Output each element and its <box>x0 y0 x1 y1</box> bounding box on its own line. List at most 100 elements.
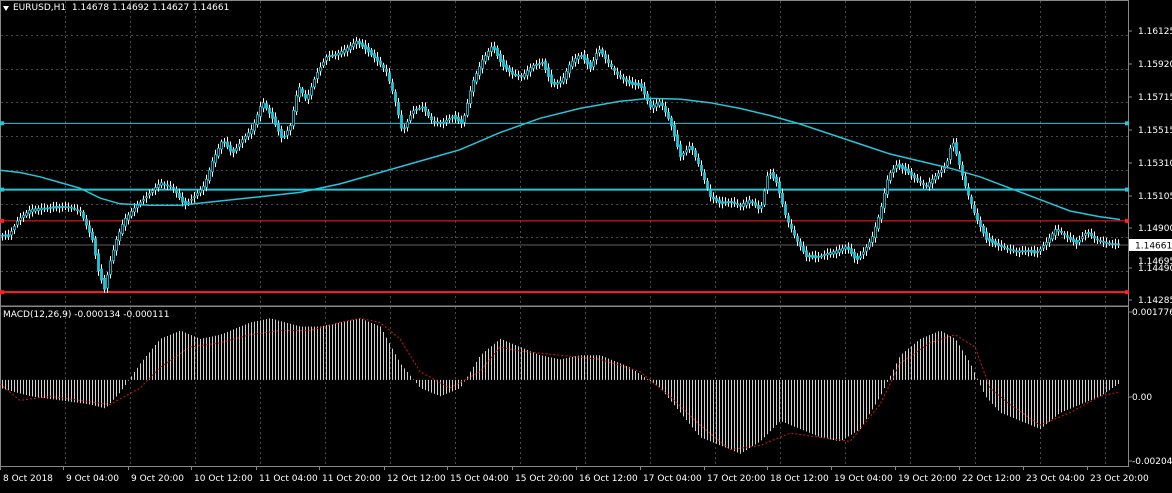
candle-body <box>895 164 898 169</box>
candle-body <box>808 254 811 258</box>
candle-body <box>649 100 652 108</box>
price-chart[interactable]: 1.16125 1.15920 1.15715 1.15515 1.15310 1.151… <box>0 0 1172 489</box>
candle-body <box>718 199 721 204</box>
candle-body <box>832 251 835 255</box>
price-axis-label: 1.15715 <box>1138 93 1172 103</box>
candle-body <box>1021 250 1024 253</box>
candle-body <box>1069 237 1072 240</box>
candle-body <box>724 201 727 204</box>
candle-body <box>1090 232 1093 237</box>
candle-body <box>484 55 487 62</box>
candle-body <box>283 135 286 138</box>
ohlc-values: 1.14678 1.14692 1.14627 1.14661 <box>71 3 230 13</box>
macd-indicator-label: MACD(12,26,9) -0.000134 -0.000111 <box>3 310 170 320</box>
time-axis-label: 11 Oct 04:00 <box>259 474 318 484</box>
candle-body <box>955 142 958 155</box>
candle-body <box>178 192 181 198</box>
grid-lines <box>1 1 1128 466</box>
candle-body <box>487 50 490 57</box>
candle-body <box>1003 246 1006 249</box>
time-axis-label: 16 Oct 12:00 <box>579 474 638 484</box>
candle-body <box>949 147 952 160</box>
candle-body <box>715 198 718 202</box>
macd-axis-label: -0.00204 <box>1132 457 1172 467</box>
candle-body <box>97 253 100 272</box>
candle-body <box>793 230 796 236</box>
candle-body <box>823 254 826 256</box>
candle-body <box>58 206 61 209</box>
candle-body <box>406 121 409 128</box>
candle-body <box>340 50 343 55</box>
candle-body <box>28 209 31 215</box>
candle-body <box>757 205 760 210</box>
time-axis-label: 23 Oct 20:00 <box>1090 474 1149 484</box>
candle-body <box>772 171 775 179</box>
candle-body <box>613 67 616 71</box>
candle-body <box>826 253 829 256</box>
candle-body <box>280 129 283 138</box>
candle-body <box>7 234 10 237</box>
candle-body <box>460 119 463 124</box>
candle-body <box>712 196 715 200</box>
candle-body <box>139 201 142 205</box>
candle-body <box>844 246 847 250</box>
chart-window[interactable]: 1.16125 1.15920 1.15715 1.15515 1.15310 1.151… <box>0 0 1172 489</box>
candle-body <box>160 182 163 186</box>
price-axis-label: 1.14900 <box>1138 224 1172 234</box>
candle-body <box>442 121 445 124</box>
candle-body <box>157 184 160 188</box>
time-axis-label: 23 Oct 04:00 <box>1026 474 1085 484</box>
candle-body <box>733 201 736 204</box>
candle-body <box>1018 250 1021 253</box>
candle-body <box>721 201 724 204</box>
candle-body <box>1063 233 1066 236</box>
candle-body <box>163 183 166 186</box>
candle-body <box>601 49 604 55</box>
candle-body <box>490 46 493 52</box>
candle-body <box>634 82 637 86</box>
candle-body <box>100 268 103 281</box>
candle-body <box>547 67 550 77</box>
candle-body <box>208 169 211 182</box>
candle-body <box>589 62 592 69</box>
candle-body <box>103 278 106 290</box>
candle-body <box>835 250 838 254</box>
candle-body <box>361 42 364 47</box>
candle-body <box>310 86 313 96</box>
candle-body <box>1102 241 1105 243</box>
candle-body <box>1042 245 1045 249</box>
candle-body <box>145 196 148 199</box>
candle-body <box>553 81 556 85</box>
candle-body <box>61 205 64 208</box>
level-line-handle-right <box>1125 187 1129 192</box>
candle-body <box>592 60 595 68</box>
candle-body <box>910 171 913 176</box>
candle-body <box>226 141 229 148</box>
candle-body <box>136 204 139 209</box>
candle-body <box>820 255 823 258</box>
candle-body <box>985 231 988 240</box>
candle-body <box>475 73 478 83</box>
candle-body <box>661 102 664 106</box>
candle-body <box>880 206 883 220</box>
candle-body <box>646 93 649 101</box>
time-axis-label: 22 Oct 12:00 <box>962 474 1021 484</box>
candle-body <box>1039 248 1042 252</box>
candle-body <box>1000 244 1003 247</box>
candle-body <box>466 102 469 116</box>
candle-body <box>868 241 871 248</box>
price-axis-label: 1.15310 <box>1138 159 1172 169</box>
candle-body <box>10 231 13 236</box>
candle-body <box>118 231 121 242</box>
time-axis-label: 19 Oct 20:00 <box>898 474 957 484</box>
candle-body <box>850 248 853 255</box>
candle-body <box>631 81 634 85</box>
candle-body <box>181 196 184 203</box>
candle-body <box>259 106 262 117</box>
candle-body <box>574 58 577 63</box>
candle-body <box>904 166 907 171</box>
candle-body <box>586 58 589 65</box>
chevron-down-icon[interactable] <box>3 6 9 11</box>
candle-body <box>31 208 34 213</box>
candle-body <box>1066 235 1069 238</box>
